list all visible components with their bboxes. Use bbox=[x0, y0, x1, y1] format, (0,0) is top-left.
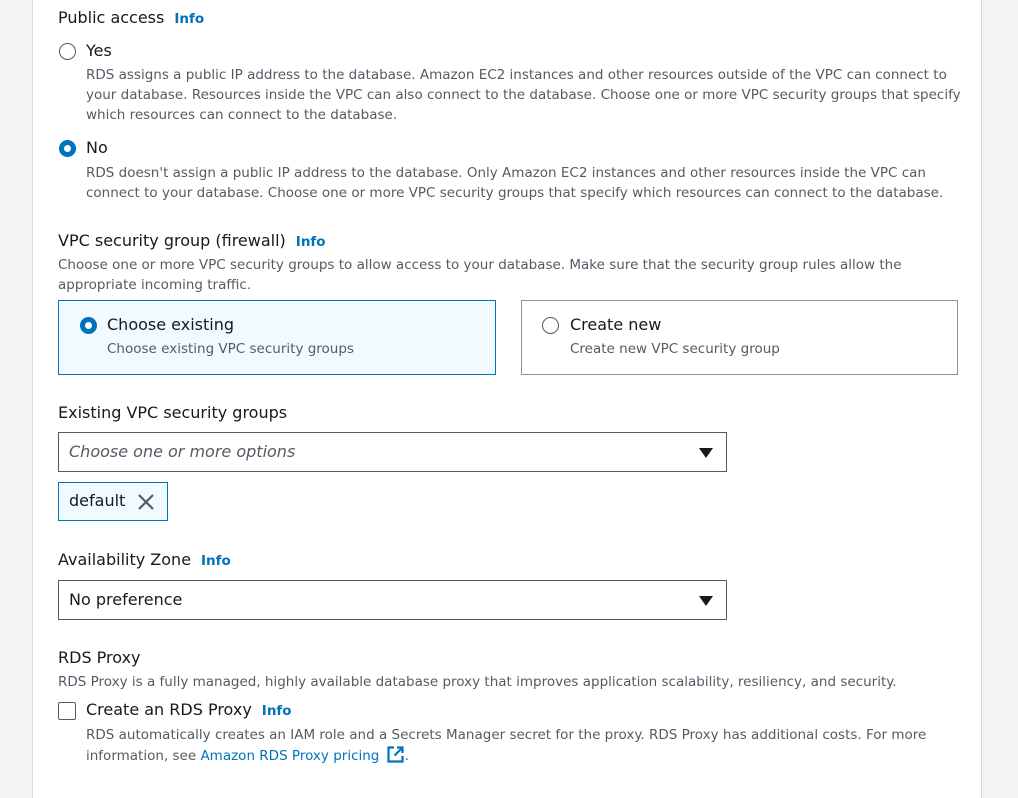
rds-proxy-description: RDS Proxy is a fully managed, highly ava… bbox=[58, 674, 897, 690]
availability-zone-select[interactable]: No preference bbox=[58, 580, 727, 620]
public-access-info-link[interactable]: Info bbox=[174, 11, 204, 27]
caret-down-icon bbox=[699, 596, 713, 606]
rds-proxy-pricing-link[interactable]: Amazon RDS Proxy pricing bbox=[200, 745, 405, 764]
create-new-radio[interactable] bbox=[542, 317, 559, 334]
public-access-yes-radio[interactable] bbox=[59, 43, 76, 60]
public-access-no-description: RDS doesn't assign a public IP address t… bbox=[86, 165, 944, 201]
vpc-security-group-title: VPC security group (firewall) bbox=[58, 231, 286, 250]
public-access-title: Public access bbox=[58, 8, 165, 27]
existing-groups-placeholder: Choose one or more options bbox=[69, 442, 296, 461]
choose-existing-description: Choose existing VPC security groups bbox=[107, 341, 354, 357]
public-access-yes-description: RDS assigns a public IP address to the d… bbox=[86, 67, 961, 123]
choose-existing-label: Choose existing bbox=[107, 315, 234, 334]
availability-zone-title: Availability Zone bbox=[58, 550, 192, 569]
public-access-yes-label[interactable]: Yes bbox=[86, 41, 112, 60]
caret-down-icon bbox=[699, 448, 713, 458]
vpc-security-group-heading: VPC security group (firewall) Info bbox=[58, 231, 326, 250]
rds-proxy-note: RDS automatically creates an IAM role an… bbox=[86, 725, 956, 766]
choose-existing-radio[interactable] bbox=[80, 317, 97, 334]
vpc-security-group-info-link[interactable]: Info bbox=[296, 234, 326, 250]
availability-zone-value: No preference bbox=[69, 590, 183, 609]
create-rds-proxy-label[interactable]: Create an RDS Proxy bbox=[86, 700, 252, 719]
security-group-token: default bbox=[58, 482, 168, 521]
rds-proxy-note-suffix: . bbox=[404, 748, 409, 764]
close-icon[interactable] bbox=[137, 493, 155, 511]
choose-existing-card[interactable]: Choose existing Choose existing VPC secu… bbox=[58, 300, 496, 375]
availability-zone-info-link[interactable]: Info bbox=[201, 553, 231, 569]
rds-proxy-pricing-link-label[interactable]: Amazon RDS Proxy pricing bbox=[200, 748, 379, 764]
external-link-icon[interactable] bbox=[386, 745, 405, 764]
existing-groups-select[interactable]: Choose one or more options bbox=[58, 432, 727, 472]
security-group-token-label: default bbox=[69, 491, 126, 510]
vpc-security-group-description: Choose one or more VPC security groups t… bbox=[58, 257, 902, 293]
availability-zone-heading: Availability Zone Info bbox=[58, 550, 231, 569]
create-new-card[interactable]: Create new Create new VPC security group bbox=[521, 300, 958, 375]
public-access-no-label[interactable]: No bbox=[86, 138, 108, 157]
rds-proxy-title: RDS Proxy bbox=[58, 648, 141, 667]
create-rds-proxy-info-link[interactable]: Info bbox=[262, 703, 292, 719]
create-new-description: Create new VPC security group bbox=[570, 341, 780, 357]
existing-groups-title: Existing VPC security groups bbox=[58, 403, 288, 422]
create-rds-proxy-heading: Create an RDS Proxy Info bbox=[86, 700, 292, 719]
public-access-heading: Public access Info bbox=[58, 8, 204, 27]
create-new-label: Create new bbox=[570, 315, 662, 334]
create-rds-proxy-checkbox[interactable] bbox=[58, 702, 76, 720]
public-access-no-radio[interactable] bbox=[59, 140, 76, 157]
